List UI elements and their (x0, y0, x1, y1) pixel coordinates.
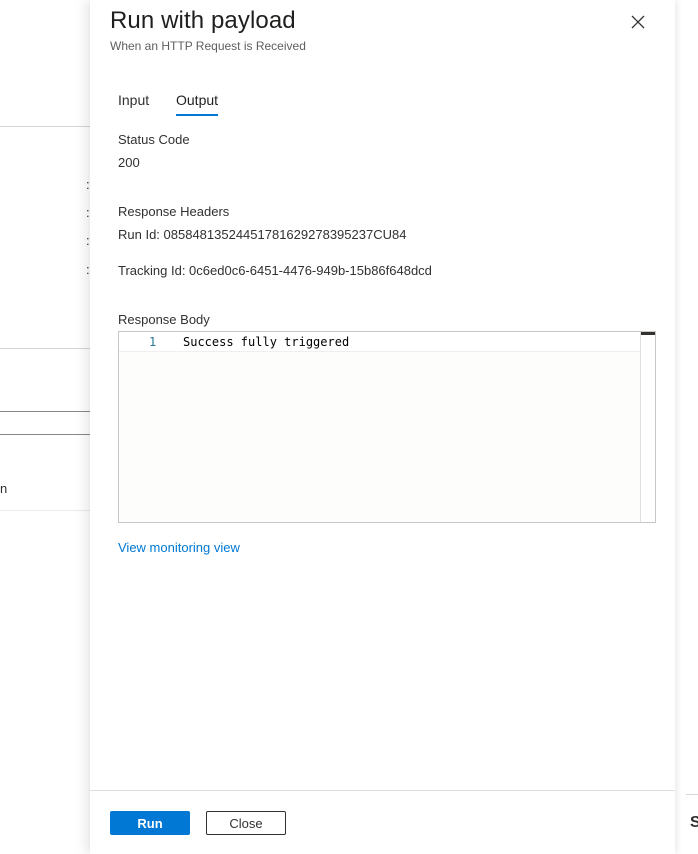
close-icon[interactable] (628, 12, 648, 32)
code-line: 1 Success fully triggered (119, 332, 640, 352)
footer-divider (90, 790, 675, 791)
background-divider (0, 411, 90, 412)
background-divider (0, 126, 90, 127)
response-body-label: Response Body (118, 312, 210, 327)
response-headers-label: Response Headers (118, 204, 230, 219)
panel-subtitle: When an HTTP Request is Received (110, 39, 306, 53)
run-id-value: Run Id: 08584813524451781629278395237CU8… (118, 227, 407, 242)
background-divider (0, 510, 90, 511)
tab-output[interactable]: Output (176, 92, 219, 116)
response-body-editor[interactable]: 1 Success fully triggered (118, 331, 656, 523)
background-divider (0, 434, 90, 435)
panel-title: Run with payload (110, 7, 296, 34)
status-code-label: Status Code (118, 132, 190, 147)
background-divider (0, 348, 90, 349)
editor-scrollbar[interactable] (640, 332, 655, 522)
scrollbar-thumb[interactable] (641, 332, 655, 335)
view-monitoring-link[interactable]: View monitoring view (118, 540, 240, 555)
status-code-value: 200 (118, 155, 140, 170)
background-partial-text: n (0, 481, 8, 496)
line-number: 1 (149, 335, 157, 349)
code-text: Success fully triggered (183, 335, 350, 349)
tab-input[interactable]: Input (118, 92, 149, 114)
run-with-payload-panel: Run with payload When an HTTP Request is… (90, 0, 675, 854)
background-divider (686, 794, 698, 795)
close-button[interactable]: Close (206, 811, 286, 835)
run-button[interactable]: Run (110, 811, 190, 835)
background-partial-text: S (690, 814, 698, 831)
tracking-id-value: Tracking Id: 0c6ed0c6-6451-4476-949b-15b… (118, 263, 432, 278)
